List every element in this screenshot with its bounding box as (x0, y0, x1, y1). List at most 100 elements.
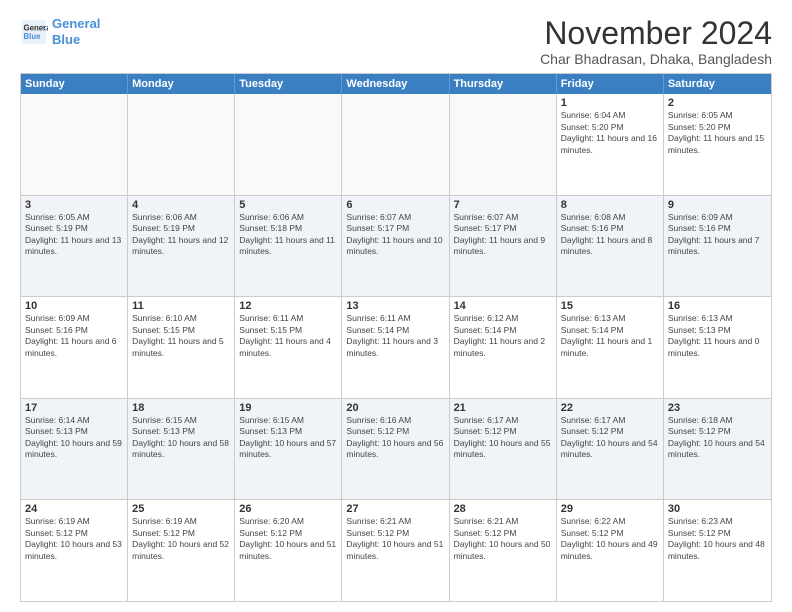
day-cell-21: 21Sunrise: 6:17 AM Sunset: 5:12 PM Dayli… (450, 399, 557, 500)
header-day-thursday: Thursday (450, 74, 557, 94)
day-info: Sunrise: 6:07 AM Sunset: 5:17 PM Dayligh… (454, 212, 552, 258)
day-info: Sunrise: 6:21 AM Sunset: 5:12 PM Dayligh… (346, 516, 444, 562)
day-cell-11: 11Sunrise: 6:10 AM Sunset: 5:15 PM Dayli… (128, 297, 235, 398)
day-info: Sunrise: 6:22 AM Sunset: 5:12 PM Dayligh… (561, 516, 659, 562)
calendar-body: 1Sunrise: 6:04 AM Sunset: 5:20 PM Daylig… (21, 94, 771, 601)
day-info: Sunrise: 6:09 AM Sunset: 5:16 PM Dayligh… (25, 313, 123, 359)
day-number: 10 (25, 300, 123, 312)
day-number: 21 (454, 402, 552, 414)
day-number: 15 (561, 300, 659, 312)
header-day-tuesday: Tuesday (235, 74, 342, 94)
day-cell-18: 18Sunrise: 6:15 AM Sunset: 5:13 PM Dayli… (128, 399, 235, 500)
day-info: Sunrise: 6:15 AM Sunset: 5:13 PM Dayligh… (132, 415, 230, 461)
day-number: 11 (132, 300, 230, 312)
day-info: Sunrise: 6:06 AM Sunset: 5:19 PM Dayligh… (132, 212, 230, 258)
day-cell-1: 1Sunrise: 6:04 AM Sunset: 5:20 PM Daylig… (557, 94, 664, 195)
day-info: Sunrise: 6:06 AM Sunset: 5:18 PM Dayligh… (239, 212, 337, 258)
day-info: Sunrise: 6:17 AM Sunset: 5:12 PM Dayligh… (561, 415, 659, 461)
header-day-saturday: Saturday (664, 74, 771, 94)
day-number: 3 (25, 199, 123, 211)
day-info: Sunrise: 6:04 AM Sunset: 5:20 PM Dayligh… (561, 110, 659, 156)
day-number: 30 (668, 503, 767, 515)
day-info: Sunrise: 6:10 AM Sunset: 5:15 PM Dayligh… (132, 313, 230, 359)
day-number: 9 (668, 199, 767, 211)
day-cell-26: 26Sunrise: 6:20 AM Sunset: 5:12 PM Dayli… (235, 500, 342, 601)
day-cell-28: 28Sunrise: 6:21 AM Sunset: 5:12 PM Dayli… (450, 500, 557, 601)
day-cell-24: 24Sunrise: 6:19 AM Sunset: 5:12 PM Dayli… (21, 500, 128, 601)
day-number: 12 (239, 300, 337, 312)
header-day-friday: Friday (557, 74, 664, 94)
day-info: Sunrise: 6:18 AM Sunset: 5:12 PM Dayligh… (668, 415, 767, 461)
day-info: Sunrise: 6:19 AM Sunset: 5:12 PM Dayligh… (132, 516, 230, 562)
day-cell-20: 20Sunrise: 6:16 AM Sunset: 5:12 PM Dayli… (342, 399, 449, 500)
day-cell-6: 6Sunrise: 6:07 AM Sunset: 5:17 PM Daylig… (342, 196, 449, 297)
day-number: 6 (346, 199, 444, 211)
day-number: 18 (132, 402, 230, 414)
day-info: Sunrise: 6:15 AM Sunset: 5:13 PM Dayligh… (239, 415, 337, 461)
day-cell-15: 15Sunrise: 6:13 AM Sunset: 5:14 PM Dayli… (557, 297, 664, 398)
location: Char Bhadrasan, Dhaka, Bangladesh (540, 51, 772, 67)
logo: General Blue General Blue (20, 16, 100, 47)
day-number: 20 (346, 402, 444, 414)
header-day-sunday: Sunday (21, 74, 128, 94)
logo-text: General Blue (52, 16, 100, 47)
title-block: November 2024 Char Bhadrasan, Dhaka, Ban… (540, 16, 772, 67)
day-cell-10: 10Sunrise: 6:09 AM Sunset: 5:16 PM Dayli… (21, 297, 128, 398)
day-number: 24 (25, 503, 123, 515)
day-cell-22: 22Sunrise: 6:17 AM Sunset: 5:12 PM Dayli… (557, 399, 664, 500)
day-number: 25 (132, 503, 230, 515)
day-cell-12: 12Sunrise: 6:11 AM Sunset: 5:15 PM Dayli… (235, 297, 342, 398)
day-info: Sunrise: 6:12 AM Sunset: 5:14 PM Dayligh… (454, 313, 552, 359)
day-number: 14 (454, 300, 552, 312)
day-cell-7: 7Sunrise: 6:07 AM Sunset: 5:17 PM Daylig… (450, 196, 557, 297)
empty-cell (21, 94, 128, 195)
day-info: Sunrise: 6:20 AM Sunset: 5:12 PM Dayligh… (239, 516, 337, 562)
empty-cell (450, 94, 557, 195)
header: General Blue General Blue November 2024 … (20, 16, 772, 67)
header-day-monday: Monday (128, 74, 235, 94)
day-info: Sunrise: 6:13 AM Sunset: 5:13 PM Dayligh… (668, 313, 767, 359)
day-info: Sunrise: 6:19 AM Sunset: 5:12 PM Dayligh… (25, 516, 123, 562)
day-info: Sunrise: 6:08 AM Sunset: 5:16 PM Dayligh… (561, 212, 659, 258)
day-cell-5: 5Sunrise: 6:06 AM Sunset: 5:18 PM Daylig… (235, 196, 342, 297)
day-cell-14: 14Sunrise: 6:12 AM Sunset: 5:14 PM Dayli… (450, 297, 557, 398)
day-info: Sunrise: 6:16 AM Sunset: 5:12 PM Dayligh… (346, 415, 444, 461)
day-number: 28 (454, 503, 552, 515)
day-number: 7 (454, 199, 552, 211)
day-number: 19 (239, 402, 337, 414)
calendar-header: SundayMondayTuesdayWednesdayThursdayFrid… (21, 74, 771, 94)
day-cell-13: 13Sunrise: 6:11 AM Sunset: 5:14 PM Dayli… (342, 297, 449, 398)
day-cell-4: 4Sunrise: 6:06 AM Sunset: 5:19 PM Daylig… (128, 196, 235, 297)
calendar-week-3: 10Sunrise: 6:09 AM Sunset: 5:16 PM Dayli… (21, 296, 771, 398)
day-cell-9: 9Sunrise: 6:09 AM Sunset: 5:16 PM Daylig… (664, 196, 771, 297)
calendar: SundayMondayTuesdayWednesdayThursdayFrid… (20, 73, 772, 602)
day-info: Sunrise: 6:14 AM Sunset: 5:13 PM Dayligh… (25, 415, 123, 461)
day-cell-8: 8Sunrise: 6:08 AM Sunset: 5:16 PM Daylig… (557, 196, 664, 297)
day-info: Sunrise: 6:09 AM Sunset: 5:16 PM Dayligh… (668, 212, 767, 258)
day-number: 26 (239, 503, 337, 515)
day-info: Sunrise: 6:13 AM Sunset: 5:14 PM Dayligh… (561, 313, 659, 359)
day-info: Sunrise: 6:21 AM Sunset: 5:12 PM Dayligh… (454, 516, 552, 562)
day-number: 16 (668, 300, 767, 312)
day-number: 2 (668, 97, 767, 109)
calendar-week-1: 1Sunrise: 6:04 AM Sunset: 5:20 PM Daylig… (21, 94, 771, 195)
svg-text:Blue: Blue (24, 32, 42, 41)
day-cell-25: 25Sunrise: 6:19 AM Sunset: 5:12 PM Dayli… (128, 500, 235, 601)
month-title: November 2024 (540, 16, 772, 51)
empty-cell (342, 94, 449, 195)
day-cell-17: 17Sunrise: 6:14 AM Sunset: 5:13 PM Dayli… (21, 399, 128, 500)
day-info: Sunrise: 6:17 AM Sunset: 5:12 PM Dayligh… (454, 415, 552, 461)
day-number: 17 (25, 402, 123, 414)
day-cell-19: 19Sunrise: 6:15 AM Sunset: 5:13 PM Dayli… (235, 399, 342, 500)
day-info: Sunrise: 6:07 AM Sunset: 5:17 PM Dayligh… (346, 212, 444, 258)
calendar-week-5: 24Sunrise: 6:19 AM Sunset: 5:12 PM Dayli… (21, 499, 771, 601)
day-number: 27 (346, 503, 444, 515)
empty-cell (128, 94, 235, 195)
day-info: Sunrise: 6:05 AM Sunset: 5:20 PM Dayligh… (668, 110, 767, 156)
day-cell-3: 3Sunrise: 6:05 AM Sunset: 5:19 PM Daylig… (21, 196, 128, 297)
day-number: 23 (668, 402, 767, 414)
day-cell-27: 27Sunrise: 6:21 AM Sunset: 5:12 PM Dayli… (342, 500, 449, 601)
day-number: 29 (561, 503, 659, 515)
empty-cell (235, 94, 342, 195)
day-number: 22 (561, 402, 659, 414)
